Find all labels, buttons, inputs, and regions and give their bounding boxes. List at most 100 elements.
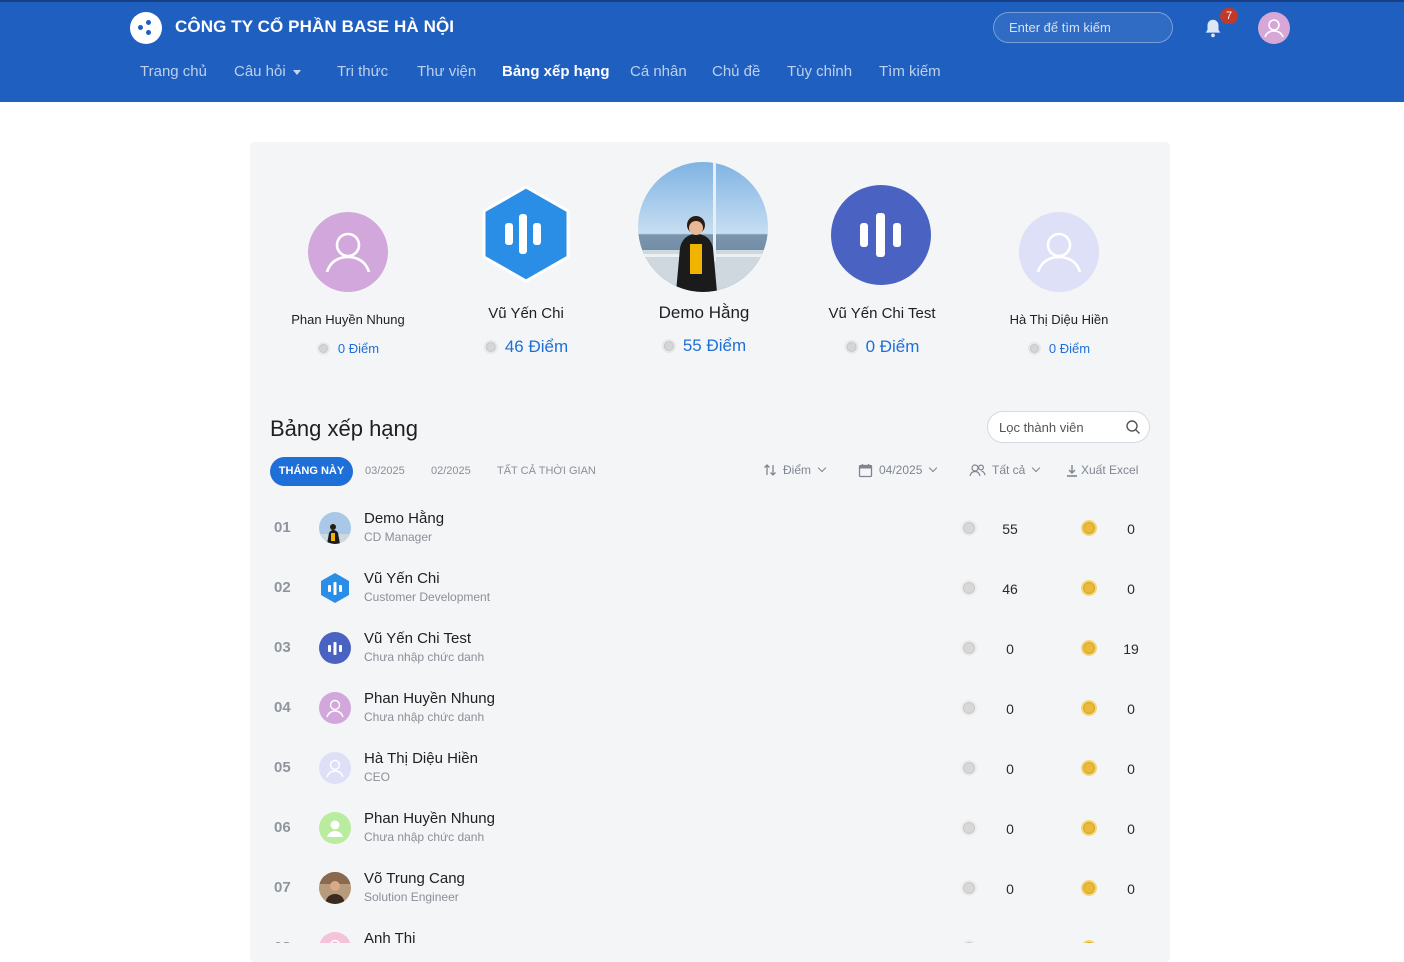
gold-value: 0 (1127, 701, 1135, 717)
nav-topics[interactable]: Chủ đề (712, 63, 760, 80)
gold-coin-icon (1081, 520, 1097, 536)
company-name[interactable]: CÔNG TY CỔ PHẦN BASE HÀ NỘI (175, 17, 454, 37)
podium-score: 0 Điểm (844, 337, 919, 357)
rank-number: 03 (274, 639, 291, 656)
member-title: Chưa nhập chức danh (364, 710, 485, 724)
gold-coin-icon (1081, 880, 1097, 896)
member-title: CEO (364, 770, 391, 784)
member-name[interactable]: Anh Thi (364, 930, 415, 943)
silver-coin-icon (1027, 342, 1041, 355)
table-row[interactable]: 05 Hà Thị Diệu Hiền CEO 0 0 (250, 740, 1170, 800)
podium-name[interactable]: Vũ Yến Chi Test (828, 305, 935, 322)
podium-avatar-5[interactable] (1019, 212, 1099, 292)
gold-coin-icon (1081, 640, 1097, 656)
avatar[interactable] (319, 632, 351, 664)
silver-coin-icon (961, 760, 977, 776)
member-title: Chưa nhập chức danh (364, 830, 485, 844)
rank-number: 04 (274, 699, 291, 716)
gold-coin-icon (1081, 700, 1097, 716)
gold-value: 0 (1127, 581, 1135, 597)
nav-leaderboard[interactable]: Bảng xếp hạng (502, 63, 610, 80)
rank-number: 06 (274, 819, 291, 836)
podium-avatar-4[interactable] (308, 212, 388, 292)
user-avatar[interactable] (1258, 12, 1290, 44)
podium-name[interactable]: Phan Huyền Nhung (291, 312, 404, 327)
gold-value: 0 (1127, 821, 1135, 837)
rank-number: 01 (274, 519, 291, 536)
tab-03-2025[interactable]: 03/2025 (365, 457, 405, 486)
table-row[interactable]: 02 Vũ Yến Chi Customer Development 46 0 (250, 560, 1170, 620)
nav-personal[interactable]: Cá nhân (630, 63, 687, 80)
points-value: 55 (1002, 521, 1018, 537)
sort-dropdown[interactable]: Điểm (763, 461, 827, 479)
points-value: 0 (1006, 641, 1014, 657)
podium-avatar-1[interactable] (638, 162, 768, 292)
tab-02-2025[interactable]: 02/2025 (431, 457, 471, 486)
avatar[interactable] (319, 692, 351, 724)
gold-coin-icon (1081, 820, 1097, 836)
points-value: 0 (1006, 821, 1014, 837)
global-search-input[interactable] (993, 12, 1173, 43)
podium-name[interactable]: Vũ Yến Chi (488, 305, 564, 322)
gold-value: 0 (1127, 521, 1135, 537)
silver-coin-icon (483, 340, 498, 354)
avatar[interactable] (319, 572, 351, 604)
table-row[interactable]: 04 Phan Huyền Nhung Chưa nhập chức danh … (250, 680, 1170, 740)
podium-avatar-3[interactable] (831, 185, 931, 285)
points-value: 0 (1006, 701, 1014, 717)
gold-value: 19 (1123, 641, 1139, 657)
group-filter[interactable]: Tất cả (969, 461, 1041, 479)
tab-all-time[interactable]: TẤT CẢ THỜI GIAN (497, 457, 596, 486)
chevron-down-icon (817, 463, 827, 473)
notification-badge: 7 (1220, 8, 1238, 24)
nav-customize[interactable]: Tùy chỉnh (787, 63, 852, 80)
member-name[interactable]: Hà Thị Diệu Hiền (364, 750, 478, 767)
member-name[interactable]: Vũ Yến Chi Test (364, 630, 471, 647)
member-name[interactable]: Vũ Yến Chi (364, 570, 440, 587)
podium-avatar-2[interactable] (478, 184, 574, 284)
avatar[interactable] (319, 752, 351, 784)
member-name[interactable]: Demo Hằng (364, 510, 444, 527)
gold-value: 0 (1127, 761, 1135, 777)
table-row[interactable]: 07 Võ Trung Cang Solution Engineer 0 0 (250, 860, 1170, 920)
gold-coin-icon (1081, 760, 1097, 776)
chevron-down-icon (929, 463, 938, 473)
nav-search[interactable]: Tìm kiếm (879, 63, 941, 80)
download-icon (1067, 464, 1077, 477)
nav-knowledge[interactable]: Tri thức (337, 63, 388, 80)
member-title: CD Manager (364, 530, 433, 544)
member-name[interactable]: Phan Huyền Nhung (364, 810, 495, 827)
top-header: CÔNG TY CỔ PHẦN BASE HÀ NỘI 7 Trang chủ … (0, 0, 1404, 102)
export-excel-button[interactable]: Xuất Excel (1066, 461, 1138, 479)
table-row[interactable]: 03 Vũ Yến Chi Test Chưa nhập chức danh 0… (250, 620, 1170, 680)
points-value: 0 (1006, 761, 1014, 777)
podium-score: 46 Điểm (483, 337, 568, 357)
podium-score: 0 Điểm (316, 341, 379, 356)
gold-value: 0 (1127, 881, 1135, 897)
member-title: Solution Engineer (364, 890, 459, 904)
month-picker[interactable]: 04/2025 (858, 461, 938, 479)
search-icon[interactable] (1125, 419, 1141, 435)
silver-coin-icon (961, 820, 977, 836)
avatar[interactable] (319, 512, 351, 544)
nav-library[interactable]: Thư viện (417, 63, 476, 80)
nav-home[interactable]: Trang chủ (140, 63, 207, 80)
silver-coin-icon (661, 339, 676, 353)
silver-coin-icon (316, 342, 330, 355)
rank-number: 07 (274, 879, 291, 896)
table-row[interactable]: 08 Anh Thi 0 0 (250, 920, 1170, 943)
member-title: Chưa nhập chức danh (364, 650, 485, 664)
silver-coin-icon (961, 520, 977, 536)
nav-questions[interactable]: Câu hỏi (234, 63, 301, 80)
company-logo[interactable] (130, 12, 162, 44)
podium-name[interactable]: Demo Hằng (659, 303, 750, 323)
avatar[interactable] (319, 872, 351, 904)
tab-this-month[interactable]: THÁNG NÀY (270, 457, 353, 486)
table-row[interactable]: 06 Phan Huyền Nhung Chưa nhập chức danh … (250, 800, 1170, 860)
table-row[interactable]: 01 Demo Hằng CD Manager 55 0 (250, 500, 1170, 560)
member-name[interactable]: Phan Huyền Nhung (364, 690, 495, 707)
member-name[interactable]: Võ Trung Cang (364, 870, 465, 887)
podium-name[interactable]: Hà Thị Diệu Hiền (1010, 312, 1109, 327)
avatar[interactable] (319, 932, 351, 943)
avatar[interactable] (319, 812, 351, 844)
